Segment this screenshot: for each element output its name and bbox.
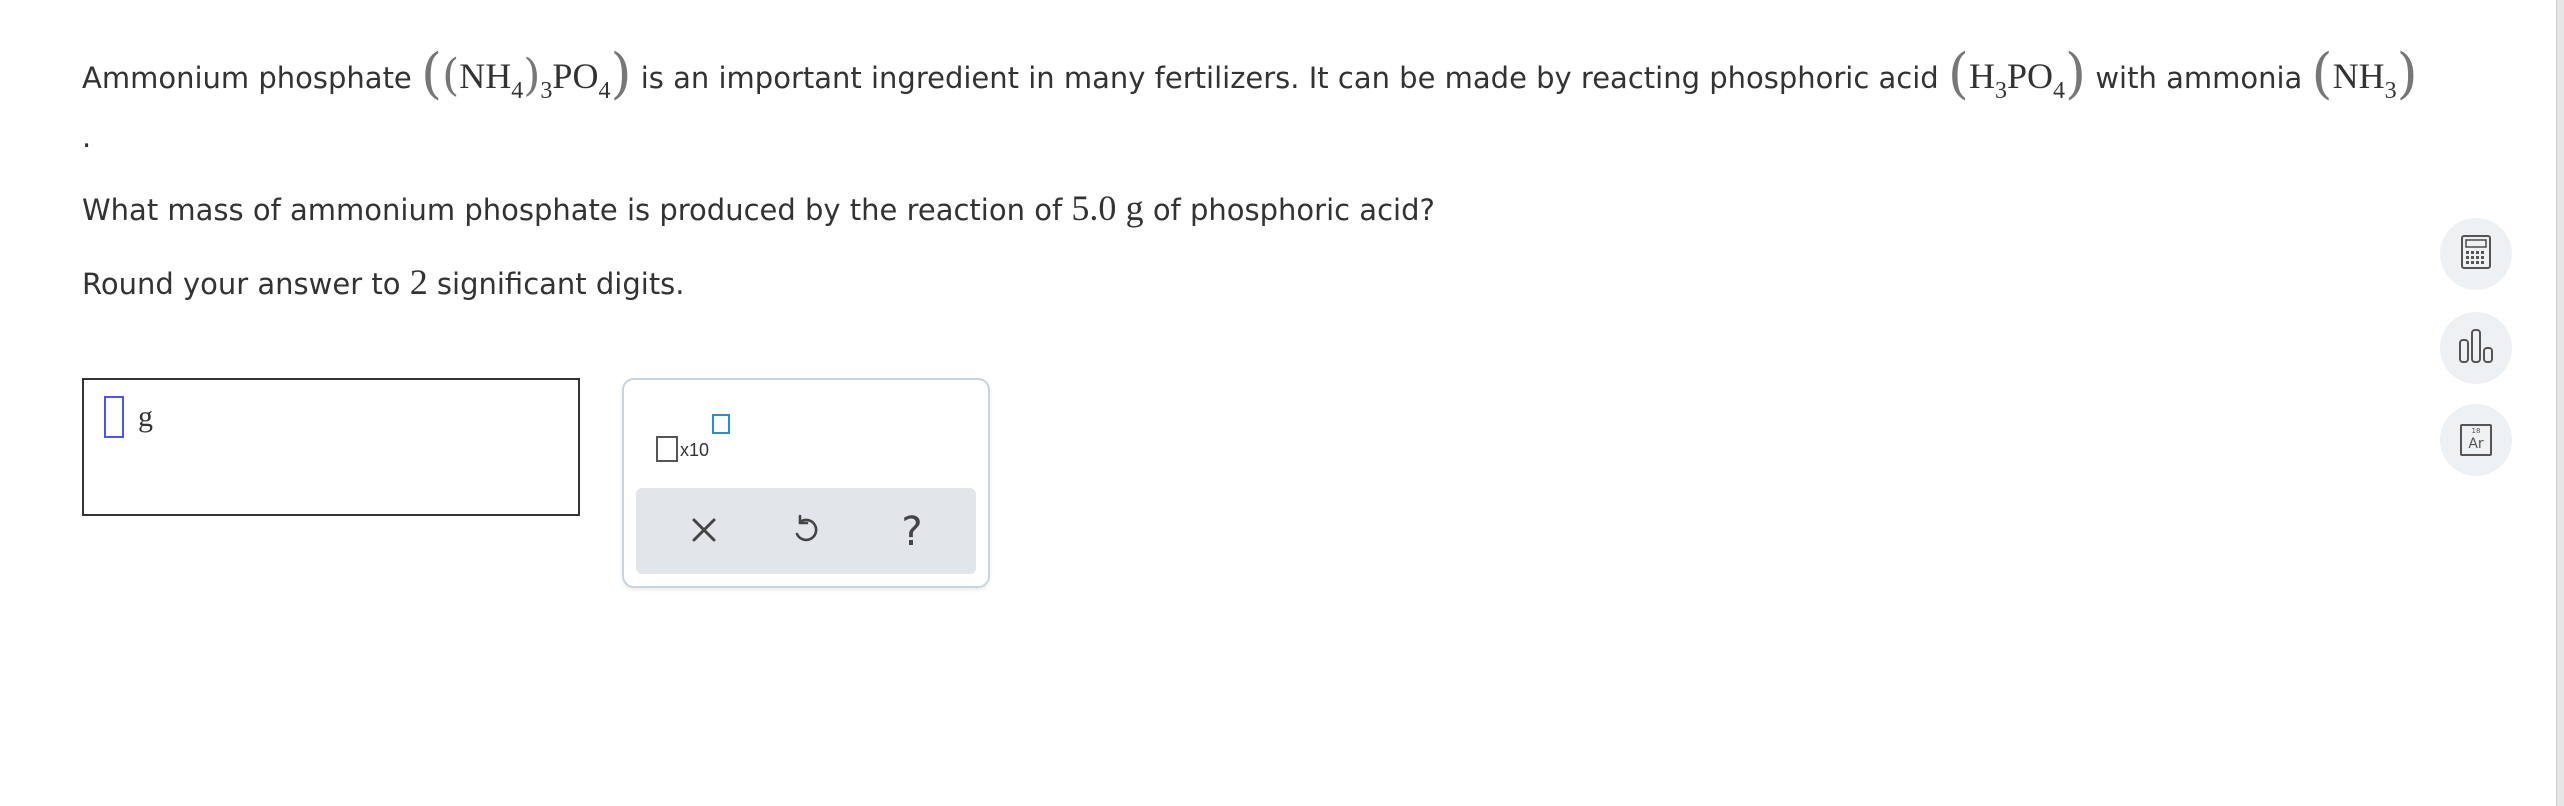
help-label: ? — [901, 509, 923, 555]
formula-ammonia: (NH3) — [2311, 42, 2418, 105]
rounding-text-2: significant digits. — [436, 267, 685, 301]
formula-sub: 3 — [1995, 78, 2007, 104]
periodic-table-symbol: Ar — [2468, 436, 2484, 452]
formula-sub: 4 — [598, 78, 611, 104]
formula-po: PO — [2007, 56, 2054, 96]
formula-h: H — [1969, 56, 1995, 96]
rounding-text-1: Round your answer to — [82, 267, 401, 301]
formula-nh: NH — [459, 56, 512, 96]
question-intro: Ammonium phosphate ((NH4)3PO4) is an imp… — [82, 42, 2418, 105]
formula-phosphoric-acid: (H3PO4) — [1947, 42, 2087, 105]
clear-button[interactable] — [678, 506, 730, 558]
formula-sub: 3 — [2384, 78, 2397, 104]
math-keypad: x10 ? — [622, 378, 990, 588]
intro-text-3: with ammonia — [2095, 61, 2303, 95]
formula-sub: 4 — [2053, 78, 2066, 104]
sci-exponent-box-icon — [712, 414, 730, 434]
answer-unit-label: g — [138, 400, 153, 433]
bar-chart-icon — [2456, 326, 2496, 370]
periodic-table-button[interactable]: 18 Ar — [2440, 404, 2512, 476]
periodic-table-number: 18 — [2471, 427, 2481, 435]
answer-input-box[interactable]: g — [82, 378, 580, 516]
formula-nh: NH — [2332, 56, 2385, 96]
given-mass-unit: g — [1125, 188, 1144, 228]
formula-sub: 4 — [511, 78, 524, 104]
sci-base-box-icon — [656, 436, 678, 462]
calculator-button[interactable] — [2440, 218, 2512, 290]
question-prompt: What mass of ammonium phosphate is produ… — [82, 188, 1435, 230]
sig-digits-value: 2 — [409, 262, 428, 302]
given-mass-value: 5.0 — [1071, 188, 1117, 228]
prompt-text-1: What mass of ammonium phosphate is produ… — [82, 193, 1063, 227]
scientific-notation-button[interactable]: x10 — [654, 406, 734, 470]
undo-icon — [790, 514, 822, 550]
scrollbar-track[interactable] — [2556, 0, 2564, 806]
intro-text-2: is an important ingredient in many ferti… — [640, 61, 1939, 95]
sci-x10-label: x10 — [680, 440, 710, 460]
intro-text-1: Ammonium phosphate — [82, 61, 412, 95]
calculator-icon — [2460, 234, 2492, 274]
prompt-text-2: of phosphoric acid? — [1152, 193, 1435, 227]
periodic-table-icon: 18 Ar — [2460, 424, 2492, 456]
rounding-instruction: Round your answer to 2 significant digit… — [82, 262, 685, 304]
keypad-action-tray: ? — [636, 488, 976, 574]
undo-button[interactable] — [780, 506, 832, 558]
formula-ammonium-phosphate: ((NH4)3PO4) — [421, 42, 632, 105]
data-chart-button[interactable] — [2440, 312, 2512, 384]
period-mark: . — [82, 120, 92, 154]
formula-po: PO — [552, 56, 599, 96]
answer-input-field[interactable] — [104, 396, 124, 438]
help-button[interactable]: ? — [886, 506, 938, 558]
close-icon — [689, 515, 719, 549]
formula-sub: 3 — [540, 78, 553, 104]
